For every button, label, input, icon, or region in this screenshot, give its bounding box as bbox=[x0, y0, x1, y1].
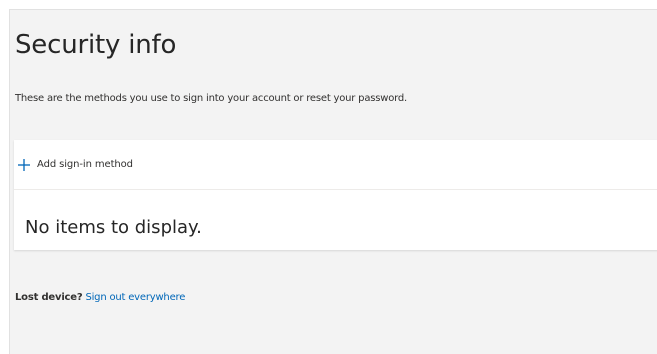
empty-state-message: No items to display. bbox=[25, 217, 202, 238]
sign-out-everywhere-link[interactable]: Sign out everywhere bbox=[85, 292, 185, 303]
page-subtitle: These are the methods you use to sign in… bbox=[15, 93, 408, 104]
sign-in-methods-card: Add sign-in method No items to display. bbox=[14, 140, 657, 250]
add-sign-in-method-label: Add sign-in method bbox=[37, 158, 133, 170]
card-divider bbox=[14, 189, 657, 190]
lost-device-label: Lost device? bbox=[15, 292, 83, 303]
add-sign-in-method-button[interactable]: Add sign-in method bbox=[17, 140, 133, 188]
lost-device-row: Lost device? Sign out everywhere bbox=[15, 293, 185, 303]
page-title: Security info bbox=[15, 30, 177, 60]
plus-icon bbox=[17, 157, 31, 171]
